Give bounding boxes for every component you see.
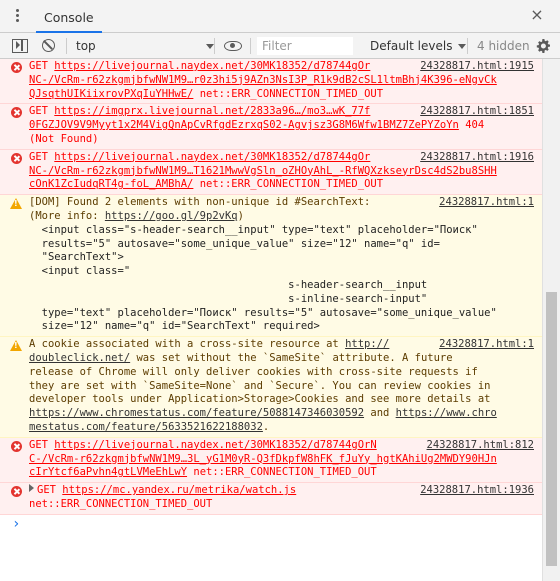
- error-text: net::ERR_CONNECTION_TIMED_OUT: [199, 87, 384, 100]
- source-link[interactable]: 24328817.html:1915: [420, 60, 534, 74]
- node-list[interactable]: <input class="s-header-search__input" ty…: [29, 224, 534, 334]
- console-toolbar: top Default levels 4 hidden: [0, 33, 560, 59]
- code-line: <input class="s-header-search__input" ty…: [29, 223, 478, 236]
- error-icon: [11, 486, 22, 498]
- warning-icon: [10, 198, 22, 210]
- log-levels-dropdown[interactable]: Default levels: [370, 33, 467, 59]
- console-scrollbar[interactable]: [542, 59, 560, 581]
- error-text: net::ERR_CONNECTION_TIMED_OUT: [199, 178, 384, 191]
- source-link[interactable]: 24328817.html:1851: [420, 105, 534, 119]
- warning-text: was set without the `SameSite` attribute…: [130, 351, 453, 364]
- filter-input[interactable]: [257, 37, 353, 55]
- tab-console[interactable]: Console: [36, 0, 102, 33]
- chevron-down-icon: [206, 44, 214, 49]
- code-line: type="text" placeholder="Поиск" results=…: [29, 306, 497, 319]
- error-text: net::ERR_CONNECTION_TIMED_OUT: [193, 466, 377, 479]
- http-method: GET: [29, 105, 48, 118]
- error-icon: [11, 62, 22, 73]
- context-selector[interactable]: top: [76, 33, 236, 59]
- toolbar-divider: [250, 38, 251, 54]
- gear-icon[interactable]: [535, 38, 551, 54]
- request-url[interactable]: https://mc.yandex.ru/metrika/watch.js: [62, 484, 296, 496]
- warning-text: (More info:: [29, 209, 105, 222]
- close-icon[interactable]: ×: [528, 6, 546, 24]
- warning-text: and: [364, 407, 396, 420]
- code-line: size="12" name="q" id="SearchText" requi…: [29, 320, 320, 333]
- console-output: 24328817.html:1915 GET https://livejourn…: [0, 59, 542, 581]
- warning-text: .: [262, 420, 270, 433]
- warning-text: [DOM] Found 2 elements with non-unique i…: [29, 196, 371, 209]
- source-link[interactable]: 24328817.html:812: [427, 439, 534, 453]
- scrollbar-thumb[interactable]: [546, 292, 557, 566]
- clear-console-icon[interactable]: [42, 39, 55, 52]
- chevron-down-icon: [458, 44, 467, 49]
- error-icon: [11, 152, 22, 164]
- more-info-link[interactable]: https://goo.gl/9p2vKq: [105, 210, 238, 222]
- prompt-chevron-icon: ›: [12, 515, 21, 532]
- warning-text: ): [237, 209, 244, 222]
- eye-icon[interactable]: [224, 41, 242, 51]
- console-prompt[interactable]: ›: [0, 515, 542, 535]
- console-message-warning: 24328817.html:1 [DOM] Found 2 elements w…: [0, 195, 542, 338]
- context-value: top: [76, 39, 96, 53]
- warning-text: release of Chrome will only deliver cook…: [29, 365, 478, 378]
- toolbar-divider: [467, 38, 468, 54]
- hidden-count: 4 hidden: [477, 39, 530, 53]
- request-url[interactable]: https://imgprx.livejournal.net/2833a96…/…: [29, 105, 459, 131]
- toolbar-divider: [214, 38, 215, 54]
- source-link[interactable]: 24328817.html:1936: [420, 484, 534, 498]
- console-message-error: 24328817.html:1851 GET https://imgprx.li…: [0, 104, 542, 150]
- expand-triangle-icon[interactable]: [29, 484, 34, 493]
- code-line: s-inline-search-input": [29, 292, 428, 305]
- http-method: GET: [29, 438, 48, 451]
- warning-text: they are set with `SameSite=None` and `S…: [29, 379, 491, 392]
- status-code: 404: [465, 119, 485, 132]
- kebab-menu-icon[interactable]: [14, 9, 20, 25]
- log-levels-label: Default levels: [370, 39, 453, 53]
- warning-text: developer tools under Application>Storag…: [29, 393, 491, 406]
- toolbar-divider: [66, 38, 67, 54]
- code-line: results="5" autosave="some_unique_value"…: [29, 237, 440, 250]
- console-message-warning: 24328817.html:1 A cookie associated with…: [0, 337, 542, 438]
- error-text: net::ERR_CONNECTION_TIMED_OUT: [29, 497, 213, 510]
- error-text: (Not Found): [29, 132, 99, 145]
- warning-text: A cookie associated with a cross-site re…: [29, 338, 346, 351]
- source-link[interactable]: 24328817.html:1916: [420, 151, 534, 165]
- code-line: "SearchText">: [29, 251, 124, 264]
- source-link[interactable]: 24328817.html:1: [439, 338, 534, 352]
- console-message-error: 24328817.html:1936 GET https://mc.yandex…: [0, 483, 542, 515]
- error-icon: [11, 440, 22, 452]
- warning-icon: [10, 340, 22, 352]
- sidebar-toggle-icon[interactable]: [12, 39, 28, 53]
- console-message-error: 24328817.html:1916 GET https://livejourn…: [0, 149, 542, 196]
- error-icon: [11, 107, 22, 119]
- devtools-tabbar: Console ×: [0, 0, 560, 33]
- chromestatus-link[interactable]: https://www.chromestatus.com/feature/508…: [29, 407, 364, 419]
- console-message-error: 24328817.html:812 GET https://livejourna…: [0, 437, 542, 484]
- source-link[interactable]: 24328817.html:1: [439, 196, 534, 210]
- code-line: <input class=": [29, 265, 131, 278]
- console-message-error: 24328817.html:1915 GET https://livejourn…: [0, 59, 542, 105]
- http-method: GET: [37, 484, 56, 497]
- http-method: GET: [29, 150, 48, 163]
- http-method: GET: [29, 60, 48, 72]
- code-line: s-header-search__input: [29, 278, 428, 291]
